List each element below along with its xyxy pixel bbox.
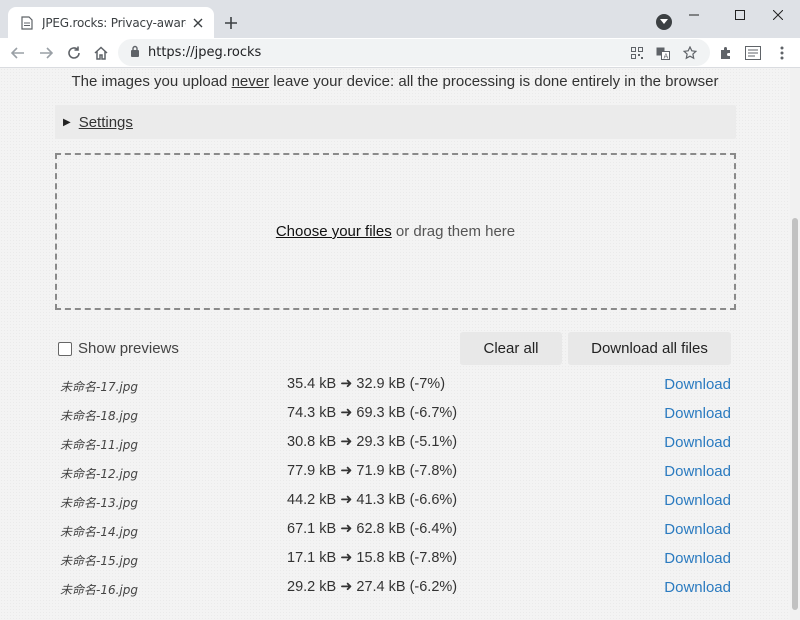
file-dropzone[interactable]: Choose your files or drag them here: [55, 153, 736, 310]
file-size-change: 44.2 kB ➜ 41.3 kB (-6.6%): [287, 492, 458, 508]
download-link[interactable]: Download: [664, 521, 731, 538]
file-row: 未命名-18.jpg 74.3 kB ➜ 69.3 kB (-6.7%) Dow…: [0, 399, 790, 428]
download-link[interactable]: Download: [664, 376, 731, 393]
file-name: 未命名-11.jpg: [60, 438, 138, 452]
download-link[interactable]: Download: [664, 579, 731, 596]
tab-title: JPEG.rocks: Privacy-aware JPEG: [42, 15, 186, 30]
clear-all-button[interactable]: Clear all: [460, 332, 562, 365]
file-row: 未命名-16.jpg 29.2 kB ➜ 27.4 kB (-6.2%) Dow…: [0, 573, 790, 602]
file-row: 未命名-17.jpg 35.4 kB ➜ 32.9 kB (-7%) Downl…: [0, 370, 790, 399]
scrollbar-thumb[interactable]: [792, 218, 798, 610]
privacy-text-start: The images you upload: [71, 73, 232, 90]
dropzone-text: Choose your files or drag them here: [276, 223, 515, 240]
file-size-change: 77.9 kB ➜ 71.9 kB (-7.8%): [287, 463, 458, 479]
lock-icon[interactable]: [130, 44, 140, 62]
download-link[interactable]: Download: [664, 463, 731, 480]
qr-code-icon[interactable]: [628, 44, 646, 62]
download-link[interactable]: Download: [664, 405, 731, 422]
file-row: 未命名-14.jpg 67.1 kB ➜ 62.8 kB (-6.4%) Dow…: [0, 515, 790, 544]
reload-icon[interactable]: [62, 41, 86, 65]
file-size-change: 74.3 kB ➜ 69.3 kB (-6.7%): [287, 405, 458, 421]
browser-toolbar: https://jpeg.rocks A: [0, 38, 800, 68]
file-size-change: 35.4 kB ➜ 32.9 kB (-7%): [287, 376, 446, 392]
file-row: 未命名-13.jpg 44.2 kB ➜ 41.3 kB (-6.6%) Dow…: [0, 486, 790, 515]
window-close-icon[interactable]: [756, 0, 800, 30]
extensions-icon[interactable]: [714, 41, 738, 65]
star-icon[interactable]: [681, 44, 699, 62]
file-size-change: 67.1 kB ➜ 62.8 kB (-6.4%): [287, 521, 458, 537]
dropzone-hint: or drag them here: [391, 223, 516, 240]
file-list: 未命名-17.jpg 35.4 kB ➜ 32.9 kB (-7%) Downl…: [0, 370, 790, 602]
privacy-text-end: leave your device: all the processing is…: [269, 73, 719, 90]
back-icon[interactable]: [6, 41, 30, 65]
home-icon[interactable]: [89, 41, 113, 65]
address-bar[interactable]: https://jpeg.rocks A: [118, 39, 710, 66]
show-previews-checkbox[interactable]: [58, 341, 72, 356]
choose-files-link[interactable]: Choose your files: [276, 223, 392, 240]
privacy-note: The images you upload never leave your d…: [0, 73, 790, 90]
download-link[interactable]: Download: [664, 492, 731, 509]
title-bar: JPEG.rocks: Privacy-aware JPEG: [0, 0, 800, 38]
download-link[interactable]: Download: [664, 434, 731, 451]
page-content: The images you upload never leave your d…: [0, 68, 790, 620]
file-size-change: 30.8 kB ➜ 29.3 kB (-5.1%): [287, 434, 458, 450]
file-name: 未命名-16.jpg: [60, 583, 138, 597]
file-name: 未命名-12.jpg: [60, 467, 138, 481]
file-row: 未命名-11.jpg 30.8 kB ➜ 29.3 kB (-5.1%) Dow…: [0, 428, 790, 457]
triangle-right-icon: ▶: [63, 116, 71, 128]
file-name: 未命名-18.jpg: [60, 409, 138, 423]
file-size-change: 17.1 kB ➜ 15.8 kB (-7.8%): [287, 550, 458, 566]
svg-text:A: A: [664, 52, 669, 60]
file-name: 未命名-14.jpg: [60, 525, 138, 539]
show-previews-label[interactable]: Show previews: [78, 340, 179, 357]
file-row: 未命名-12.jpg 77.9 kB ➜ 71.9 kB (-7.8%) Dow…: [0, 457, 790, 486]
download-link[interactable]: Download: [664, 550, 731, 567]
profile-icon[interactable]: [656, 14, 672, 30]
minimize-icon[interactable]: [672, 0, 716, 30]
file-name: 未命名-15.jpg: [60, 554, 138, 568]
close-icon[interactable]: [190, 15, 206, 31]
menu-icon[interactable]: [770, 41, 794, 65]
settings-toggle[interactable]: ▶ Settings: [55, 105, 736, 139]
privacy-emphasis: never: [231, 73, 270, 90]
file-name: 未命名-13.jpg: [60, 496, 138, 510]
file-name: 未命名-17.jpg: [60, 380, 138, 394]
forward-icon[interactable]: [34, 41, 58, 65]
settings-label[interactable]: Settings: [79, 114, 133, 131]
show-previews-option[interactable]: Show previews: [58, 340, 179, 357]
file-size-change: 29.2 kB ➜ 27.4 kB (-6.2%): [287, 579, 458, 595]
download-all-button[interactable]: Download all files: [568, 332, 731, 365]
browser-tab[interactable]: JPEG.rocks: Privacy-aware JPEG: [8, 7, 214, 38]
translate-icon[interactable]: A: [654, 44, 672, 62]
page-icon: [20, 15, 34, 30]
file-row: 未命名-15.jpg 17.1 kB ➜ 15.8 kB (-7.8%) Dow…: [0, 544, 790, 573]
url-text[interactable]: https://jpeg.rocks: [148, 45, 261, 60]
plus-icon[interactable]: [220, 12, 242, 34]
reading-list-icon[interactable]: [741, 41, 765, 65]
